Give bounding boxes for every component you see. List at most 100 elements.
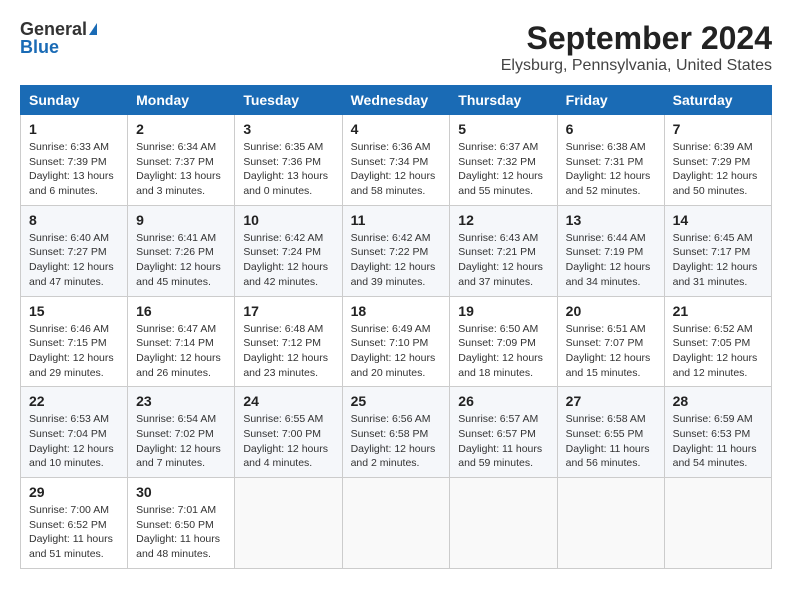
calendar-cell: 27 Sunrise: 6:58 AM Sunset: 6:55 PM Dayli… bbox=[557, 387, 664, 478]
calendar-cell: 20 Sunrise: 6:51 AM Sunset: 7:07 PM Dayli… bbox=[557, 296, 664, 387]
page-subtitle: Elysburg, Pennsylvania, United States bbox=[501, 57, 772, 75]
cell-info: Sunrise: 6:53 AM Sunset: 7:04 PM Dayligh… bbox=[29, 412, 119, 471]
calendar-cell: 5 Sunrise: 6:37 AM Sunset: 7:32 PM Daylig… bbox=[450, 115, 557, 206]
calendar-day-header: Monday bbox=[128, 86, 235, 115]
calendar-cell: 29 Sunrise: 7:00 AM Sunset: 6:52 PM Dayli… bbox=[21, 478, 128, 569]
day-number: 9 bbox=[136, 212, 226, 228]
calendar-cell: 7 Sunrise: 6:39 AM Sunset: 7:29 PM Daylig… bbox=[664, 115, 771, 206]
logo: General Blue bbox=[20, 20, 97, 56]
cell-info: Sunrise: 6:47 AM Sunset: 7:14 PM Dayligh… bbox=[136, 322, 226, 381]
calendar-cell bbox=[664, 478, 771, 569]
cell-info: Sunrise: 6:33 AM Sunset: 7:39 PM Dayligh… bbox=[29, 140, 119, 199]
calendar-day-header: Friday bbox=[557, 86, 664, 115]
day-number: 3 bbox=[243, 121, 333, 137]
calendar-cell: 28 Sunrise: 6:59 AM Sunset: 6:53 PM Dayli… bbox=[664, 387, 771, 478]
day-number: 28 bbox=[673, 393, 763, 409]
cell-info: Sunrise: 6:42 AM Sunset: 7:22 PM Dayligh… bbox=[351, 231, 442, 290]
cell-info: Sunrise: 6:44 AM Sunset: 7:19 PM Dayligh… bbox=[566, 231, 656, 290]
day-number: 26 bbox=[458, 393, 548, 409]
calendar-cell: 8Sunrise: 6:40 AM Sunset: 7:27 PM Daylig… bbox=[21, 205, 128, 296]
calendar-cell bbox=[450, 478, 557, 569]
calendar-week-row: 29 Sunrise: 7:00 AM Sunset: 6:52 PM Dayli… bbox=[21, 478, 772, 569]
cell-info: Sunrise: 6:35 AM Sunset: 7:36 PM Dayligh… bbox=[243, 140, 333, 199]
day-number: 12 bbox=[458, 212, 548, 228]
cell-info: Sunrise: 6:41 AM Sunset: 7:26 PM Dayligh… bbox=[136, 231, 226, 290]
day-number: 1 bbox=[29, 121, 119, 137]
day-number: 18 bbox=[351, 303, 442, 319]
day-number: 4 bbox=[351, 121, 442, 137]
day-number: 7 bbox=[673, 121, 763, 137]
calendar-cell bbox=[557, 478, 664, 569]
day-number: 19 bbox=[458, 303, 548, 319]
day-number: 25 bbox=[351, 393, 442, 409]
calendar-cell: 21 Sunrise: 6:52 AM Sunset: 7:05 PM Dayli… bbox=[664, 296, 771, 387]
calendar-day-header: Saturday bbox=[664, 86, 771, 115]
calendar-cell: 10Sunrise: 6:42 AM Sunset: 7:24 PM Dayli… bbox=[235, 205, 342, 296]
day-number: 17 bbox=[243, 303, 333, 319]
calendar-cell: 3 Sunrise: 6:35 AM Sunset: 7:36 PM Daylig… bbox=[235, 115, 342, 206]
cell-info: Sunrise: 6:38 AM Sunset: 7:31 PM Dayligh… bbox=[566, 140, 656, 199]
logo-general-text: General bbox=[20, 20, 87, 38]
day-number: 24 bbox=[243, 393, 333, 409]
calendar-week-row: 1 Sunrise: 6:33 AM Sunset: 7:39 PM Daylig… bbox=[21, 115, 772, 206]
day-number: 21 bbox=[673, 303, 763, 319]
day-number: 23 bbox=[136, 393, 226, 409]
day-number: 11 bbox=[351, 212, 442, 228]
cell-info: Sunrise: 6:59 AM Sunset: 6:53 PM Dayligh… bbox=[673, 412, 763, 471]
calendar-cell: 2 Sunrise: 6:34 AM Sunset: 7:37 PM Daylig… bbox=[128, 115, 235, 206]
page-header: General Blue September 2024 Elysburg, Pe… bbox=[20, 20, 772, 75]
calendar-cell: 9 Sunrise: 6:41 AM Sunset: 7:26 PM Daylig… bbox=[128, 205, 235, 296]
calendar-cell: 19 Sunrise: 6:50 AM Sunset: 7:09 PM Dayli… bbox=[450, 296, 557, 387]
day-number: 6 bbox=[566, 121, 656, 137]
cell-info: Sunrise: 6:56 AM Sunset: 6:58 PM Dayligh… bbox=[351, 412, 442, 471]
calendar-cell: 11 Sunrise: 6:42 AM Sunset: 7:22 PM Dayli… bbox=[342, 205, 450, 296]
day-number: 2 bbox=[136, 121, 226, 137]
calendar-cell: 1 Sunrise: 6:33 AM Sunset: 7:39 PM Daylig… bbox=[21, 115, 128, 206]
calendar-cell: 12 Sunrise: 6:43 AM Sunset: 7:21 PM Dayli… bbox=[450, 205, 557, 296]
day-number: 15 bbox=[29, 303, 119, 319]
logo-blue-text: Blue bbox=[20, 38, 59, 56]
calendar-cell: 22Sunrise: 6:53 AM Sunset: 7:04 PM Dayli… bbox=[21, 387, 128, 478]
cell-info: Sunrise: 6:54 AM Sunset: 7:02 PM Dayligh… bbox=[136, 412, 226, 471]
day-number: 5 bbox=[458, 121, 548, 137]
cell-info: Sunrise: 6:55 AM Sunset: 7:00 PM Dayligh… bbox=[243, 412, 333, 471]
cell-info: Sunrise: 6:58 AM Sunset: 6:55 PM Dayligh… bbox=[566, 412, 656, 471]
cell-info: Sunrise: 6:43 AM Sunset: 7:21 PM Dayligh… bbox=[458, 231, 548, 290]
page-title: September 2024 bbox=[501, 20, 772, 57]
calendar-header-row: SundayMondayTuesdayWednesdayThursdayFrid… bbox=[21, 86, 772, 115]
day-number: 30 bbox=[136, 484, 226, 500]
cell-info: Sunrise: 6:52 AM Sunset: 7:05 PM Dayligh… bbox=[673, 322, 763, 381]
cell-info: Sunrise: 6:37 AM Sunset: 7:32 PM Dayligh… bbox=[458, 140, 548, 199]
calendar-table: SundayMondayTuesdayWednesdayThursdayFrid… bbox=[20, 85, 772, 569]
calendar-cell: 23 Sunrise: 6:54 AM Sunset: 7:02 PM Dayli… bbox=[128, 387, 235, 478]
day-number: 29 bbox=[29, 484, 119, 500]
day-number: 8 bbox=[29, 212, 119, 228]
cell-info: Sunrise: 6:50 AM Sunset: 7:09 PM Dayligh… bbox=[458, 322, 548, 381]
calendar-cell: 24 Sunrise: 6:55 AM Sunset: 7:00 PM Dayli… bbox=[235, 387, 342, 478]
calendar-cell: 13Sunrise: 6:44 AM Sunset: 7:19 PM Dayli… bbox=[557, 205, 664, 296]
cell-info: Sunrise: 6:51 AM Sunset: 7:07 PM Dayligh… bbox=[566, 322, 656, 381]
cell-info: Sunrise: 6:34 AM Sunset: 7:37 PM Dayligh… bbox=[136, 140, 226, 199]
cell-info: Sunrise: 6:49 AM Sunset: 7:10 PM Dayligh… bbox=[351, 322, 442, 381]
cell-info: Sunrise: 6:48 AM Sunset: 7:12 PM Dayligh… bbox=[243, 322, 333, 381]
calendar-cell bbox=[342, 478, 450, 569]
calendar-cell bbox=[235, 478, 342, 569]
calendar-day-header: Wednesday bbox=[342, 86, 450, 115]
calendar-week-row: 22Sunrise: 6:53 AM Sunset: 7:04 PM Dayli… bbox=[21, 387, 772, 478]
cell-info: Sunrise: 6:46 AM Sunset: 7:15 PM Dayligh… bbox=[29, 322, 119, 381]
calendar-cell: 4 Sunrise: 6:36 AM Sunset: 7:34 PM Daylig… bbox=[342, 115, 450, 206]
day-number: 16 bbox=[136, 303, 226, 319]
calendar-cell: 16 Sunrise: 6:47 AM Sunset: 7:14 PM Dayli… bbox=[128, 296, 235, 387]
cell-info: Sunrise: 6:45 AM Sunset: 7:17 PM Dayligh… bbox=[673, 231, 763, 290]
calendar-cell: 14Sunrise: 6:45 AM Sunset: 7:17 PM Dayli… bbox=[664, 205, 771, 296]
cell-info: Sunrise: 6:42 AM Sunset: 7:24 PM Dayligh… bbox=[243, 231, 333, 290]
cell-info: Sunrise: 7:00 AM Sunset: 6:52 PM Dayligh… bbox=[29, 503, 119, 562]
cell-info: Sunrise: 6:36 AM Sunset: 7:34 PM Dayligh… bbox=[351, 140, 442, 199]
title-block: September 2024 Elysburg, Pennsylvania, U… bbox=[501, 20, 772, 75]
calendar-cell: 17 Sunrise: 6:48 AM Sunset: 7:12 PM Dayli… bbox=[235, 296, 342, 387]
day-number: 20 bbox=[566, 303, 656, 319]
cell-info: Sunrise: 6:39 AM Sunset: 7:29 PM Dayligh… bbox=[673, 140, 763, 199]
day-number: 27 bbox=[566, 393, 656, 409]
calendar-day-header: Thursday bbox=[450, 86, 557, 115]
calendar-cell: 18 Sunrise: 6:49 AM Sunset: 7:10 PM Dayli… bbox=[342, 296, 450, 387]
